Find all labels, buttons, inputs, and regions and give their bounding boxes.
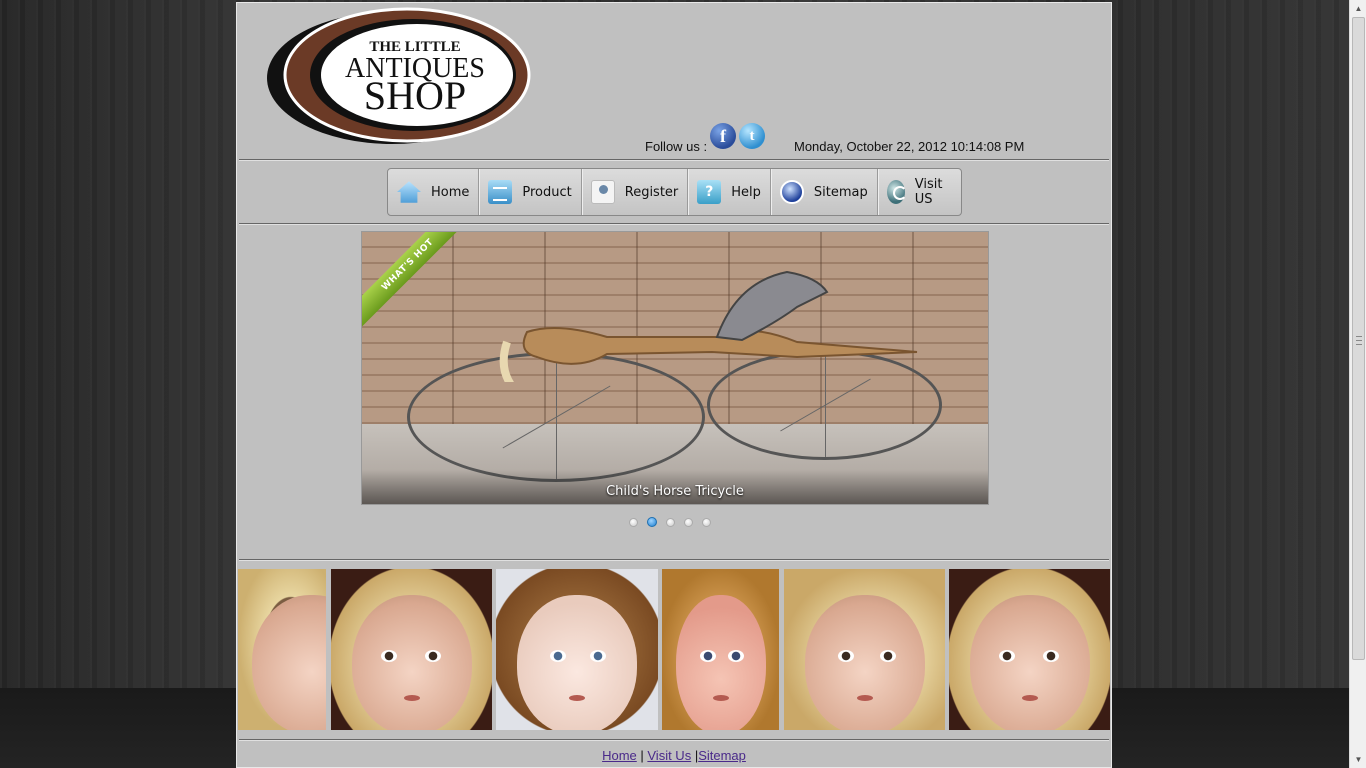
gallery-item[interactable] bbox=[331, 569, 492, 730]
doll-eye bbox=[1043, 649, 1059, 662]
doll-eye bbox=[381, 649, 397, 662]
page-container: THE LITTLE ANTIQUES SHOP Follow us : f t… bbox=[236, 2, 1112, 768]
featured-slider[interactable]: WHAT'S HOT Child's Horse Tricycle bbox=[361, 231, 989, 505]
product-icon bbox=[488, 180, 513, 204]
footer-link-sitemap[interactable]: Sitemap bbox=[698, 748, 746, 763]
doll-mouth bbox=[1021, 694, 1038, 701]
doll-face bbox=[675, 594, 766, 730]
doll-mouth bbox=[712, 694, 729, 701]
doll-face bbox=[517, 594, 637, 730]
doll-eye bbox=[728, 649, 744, 662]
doll-face bbox=[804, 594, 925, 730]
logo-line-3: SHOP bbox=[364, 73, 466, 118]
doll-face bbox=[969, 594, 1090, 730]
divider bbox=[239, 223, 1109, 225]
horse-tricycle-image bbox=[499, 270, 918, 382]
slider-dot-5[interactable] bbox=[702, 518, 711, 527]
twitter-icon[interactable]: t bbox=[739, 123, 765, 149]
slider-dot-2[interactable] bbox=[647, 517, 657, 527]
doll-eye bbox=[838, 649, 854, 662]
divider bbox=[239, 739, 1109, 741]
doll-mouth bbox=[856, 694, 873, 701]
nav-label-register: Register bbox=[624, 184, 679, 200]
gallery-item[interactable] bbox=[496, 569, 658, 730]
current-datetime: Monday, October 22, 2012 10:14:08 PM bbox=[794, 139, 1025, 154]
doll-eye bbox=[880, 649, 896, 662]
gallery-item[interactable] bbox=[238, 569, 326, 730]
visit-icon bbox=[886, 180, 907, 204]
facebook-icon[interactable]: f bbox=[710, 123, 736, 149]
slider-dot-1[interactable] bbox=[629, 518, 638, 527]
nav-item-product[interactable]: Product bbox=[479, 169, 582, 215]
main-nav: Home Product Register ? Help Sitemap Vis… bbox=[387, 168, 962, 216]
doll-eye bbox=[700, 649, 716, 662]
home-icon bbox=[397, 181, 421, 203]
nav-label-home: Home bbox=[431, 184, 470, 200]
nav-label-product: Product bbox=[522, 184, 572, 200]
slider-dot-4[interactable] bbox=[684, 518, 693, 527]
doll-face bbox=[351, 594, 472, 730]
scroll-grip-icon bbox=[1356, 336, 1362, 345]
doll-eye bbox=[590, 649, 606, 662]
site-logo[interactable]: THE LITTLE ANTIQUES SHOP bbox=[265, 5, 535, 147]
gallery-item[interactable] bbox=[784, 569, 945, 730]
slider-dot-3[interactable] bbox=[666, 518, 675, 527]
footer-separator: | bbox=[636, 748, 648, 763]
divider bbox=[239, 559, 1109, 561]
vertical-scrollbar[interactable]: ▲ ▼ bbox=[1349, 0, 1366, 768]
nav-item-home[interactable]: Home bbox=[388, 169, 480, 215]
follow-us-label: Follow us : bbox=[645, 139, 708, 154]
slide-caption: Child's Horse Tricycle bbox=[362, 470, 988, 504]
doll-mouth bbox=[569, 694, 585, 701]
doll-gallery bbox=[238, 569, 1110, 730]
divider bbox=[239, 159, 1109, 161]
nav-label-sitemap: Sitemap bbox=[813, 184, 868, 200]
scroll-thumb[interactable] bbox=[1352, 17, 1365, 660]
doll-eye bbox=[550, 649, 566, 662]
gallery-item[interactable] bbox=[662, 569, 779, 730]
doll-mouth bbox=[403, 694, 420, 701]
scroll-down-icon[interactable]: ▼ bbox=[1350, 751, 1366, 768]
footer-link-home[interactable]: Home bbox=[602, 748, 637, 763]
slider-pagination bbox=[629, 517, 711, 527]
doll-eye bbox=[999, 649, 1015, 662]
doll-eye bbox=[425, 649, 441, 662]
footer-links: Home | Visit Us |Sitemap bbox=[237, 748, 1111, 763]
register-icon bbox=[590, 180, 615, 204]
nav-label-visit-us: Visit US bbox=[914, 177, 943, 207]
gallery-item[interactable] bbox=[949, 569, 1110, 730]
nav-item-register[interactable]: Register bbox=[582, 169, 689, 215]
sitemap-icon bbox=[779, 180, 804, 204]
nav-item-sitemap[interactable]: Sitemap bbox=[771, 169, 878, 215]
nav-item-visit-us[interactable]: Visit US bbox=[878, 169, 961, 215]
help-icon: ? bbox=[697, 180, 722, 204]
nav-item-help[interactable]: ? Help bbox=[688, 169, 771, 215]
footer-link-visit-us[interactable]: Visit Us bbox=[647, 748, 691, 763]
nav-label-help: Help bbox=[731, 184, 761, 200]
scroll-up-icon[interactable]: ▲ bbox=[1350, 0, 1366, 17]
